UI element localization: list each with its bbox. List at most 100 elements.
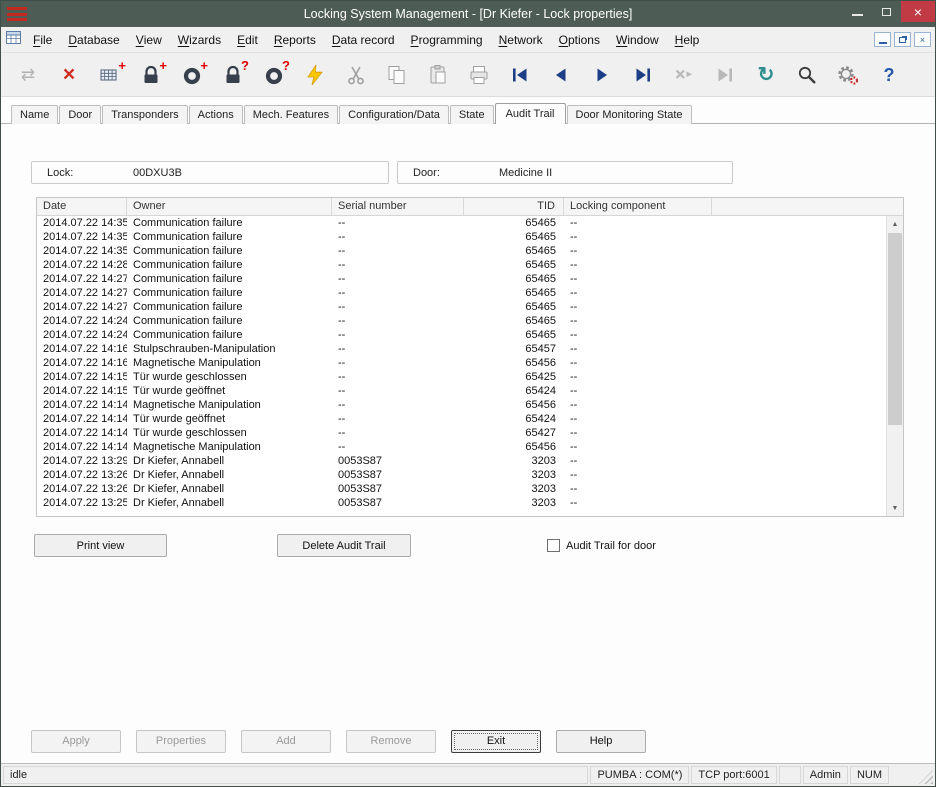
tab-state[interactable]: State bbox=[450, 105, 494, 124]
minimize-icon[interactable] bbox=[843, 1, 872, 22]
column-header-tid[interactable]: TID bbox=[464, 198, 564, 215]
column-header-empty bbox=[712, 198, 903, 215]
cell-locking-component: -- bbox=[564, 440, 712, 454]
cell-owner: Communication failure bbox=[127, 314, 332, 328]
disconnect-icon[interactable]: × bbox=[57, 61, 81, 89]
title-bar: Locking System Management - [Dr Kiefer -… bbox=[1, 1, 935, 27]
resize-grip-icon[interactable] bbox=[919, 770, 933, 784]
cell-serial-number: -- bbox=[332, 426, 464, 440]
exit-button[interactable]: Exit bbox=[451, 730, 541, 753]
cell-empty bbox=[712, 440, 886, 454]
first-record-icon[interactable] bbox=[508, 61, 532, 89]
table-row[interactable]: 2014.07.22 14:14Magnetische Manipulation… bbox=[37, 398, 886, 412]
cell-date: 2014.07.22 14:14 bbox=[37, 412, 127, 426]
table-row[interactable]: 2014.07.22 14:16Magnetische Manipulation… bbox=[37, 356, 886, 370]
scrollbar-thumb[interactable] bbox=[888, 233, 902, 425]
menu-data-record[interactable]: Data record bbox=[324, 27, 403, 52]
refresh-icon[interactable]: ↻ bbox=[754, 61, 778, 89]
table-row[interactable]: 2014.07.22 14:14Tür wurde geschlossen--6… bbox=[37, 426, 886, 440]
tab-door[interactable]: Door bbox=[59, 105, 101, 124]
vertical-scrollbar[interactable]: ▲ ▼ bbox=[886, 216, 903, 516]
menu-options[interactable]: Options bbox=[551, 27, 608, 52]
toolbar: ⇄×+++??↻? bbox=[1, 53, 935, 97]
column-header-date[interactable]: Date bbox=[37, 198, 127, 215]
tab-mech-features[interactable]: Mech. Features bbox=[244, 105, 338, 124]
cell-date: 2014.07.22 14:27 bbox=[37, 272, 127, 286]
table-row[interactable]: 2014.07.22 14:16Stulpschrauben-Manipulat… bbox=[37, 342, 886, 356]
table-row[interactable]: 2014.07.22 14:28Communication failure--6… bbox=[37, 258, 886, 272]
table-row[interactable]: 2014.07.22 14:35Communication failure--6… bbox=[37, 216, 886, 230]
new-lock-icon[interactable]: + bbox=[139, 61, 163, 89]
table-row[interactable]: 2014.07.22 13:29Dr Kiefer, Annabell0053S… bbox=[37, 454, 886, 468]
read-lock-icon[interactable]: ? bbox=[221, 61, 245, 89]
delete-audit-trail-button[interactable]: Delete Audit Trail bbox=[277, 534, 411, 557]
column-header-serial-number[interactable]: Serial number bbox=[332, 198, 464, 215]
filter-settings-icon[interactable] bbox=[836, 61, 860, 89]
tab-door-monitoring-state[interactable]: Door Monitoring State bbox=[567, 105, 692, 124]
table-row[interactable]: 2014.07.22 14:14Tür wurde geöffnet--6542… bbox=[37, 412, 886, 426]
tab-actions[interactable]: Actions bbox=[189, 105, 243, 124]
table-row[interactable]: 2014.07.22 14:27Communication failure--6… bbox=[37, 300, 886, 314]
next-record-icon[interactable] bbox=[590, 61, 614, 89]
menu-wizards[interactable]: Wizards bbox=[170, 27, 229, 52]
cell-serial-number: -- bbox=[332, 370, 464, 384]
document-system-icon[interactable] bbox=[6, 31, 21, 49]
table-row[interactable]: 2014.07.22 14:15Tür wurde geöffnet--6542… bbox=[37, 384, 886, 398]
menu-programming[interactable]: Programming bbox=[403, 27, 491, 52]
tab-configuration-data[interactable]: Configuration/Data bbox=[339, 105, 449, 124]
cancel-search-icon bbox=[672, 61, 696, 89]
cell-empty bbox=[712, 230, 886, 244]
table-row[interactable]: 2014.07.22 14:35Communication failure--6… bbox=[37, 244, 886, 258]
scroll-up-icon[interactable]: ▲ bbox=[887, 216, 903, 232]
last-record-icon[interactable] bbox=[631, 61, 655, 89]
menu-edit[interactable]: Edit bbox=[229, 27, 266, 52]
audit-trail-for-door-checkbox[interactable]: Audit Trail for door bbox=[547, 539, 656, 552]
table-row[interactable]: 2014.07.22 14:24Communication failure--6… bbox=[37, 314, 886, 328]
maximize-icon[interactable] bbox=[872, 1, 901, 22]
close-icon[interactable]: × bbox=[901, 1, 935, 22]
menu-database[interactable]: Database bbox=[60, 27, 127, 52]
table-row[interactable]: 2014.07.22 13:26Dr Kiefer, Annabell0053S… bbox=[37, 482, 886, 496]
column-header-owner[interactable]: Owner bbox=[127, 198, 332, 215]
cell-locking-component: -- bbox=[564, 342, 712, 356]
new-transponder-icon[interactable]: + bbox=[180, 61, 204, 89]
menu-help[interactable]: Help bbox=[667, 27, 708, 52]
mdi-restore-icon[interactable] bbox=[894, 32, 911, 47]
menu-window[interactable]: Window bbox=[608, 27, 667, 52]
cell-owner: Tür wurde geöffnet bbox=[127, 412, 332, 426]
checkbox-box[interactable] bbox=[547, 539, 560, 552]
table-row[interactable]: 2014.07.22 13:26Dr Kiefer, Annabell0053S… bbox=[37, 468, 886, 482]
tab-audit-trail[interactable]: Audit Trail bbox=[495, 103, 566, 124]
help-icon[interactable]: ? bbox=[877, 61, 901, 89]
mdi-close-icon[interactable]: × bbox=[914, 32, 931, 47]
help-button[interactable]: Help bbox=[556, 730, 646, 753]
mdi-minimize-icon[interactable] bbox=[874, 32, 891, 47]
tab-name[interactable]: Name bbox=[11, 105, 58, 124]
previous-record-icon[interactable] bbox=[549, 61, 573, 89]
search-next-icon bbox=[713, 61, 737, 89]
cell-date: 2014.07.22 13:26 bbox=[37, 482, 127, 496]
table-row[interactable]: 2014.07.22 14:27Communication failure--6… bbox=[37, 272, 886, 286]
menu-file[interactable]: File bbox=[25, 27, 60, 52]
table-row[interactable]: 2014.07.22 14:15Tür wurde geschlossen--6… bbox=[37, 370, 886, 384]
program-icon[interactable] bbox=[303, 61, 327, 89]
new-locking-system-icon[interactable]: + bbox=[98, 61, 122, 89]
cell-date: 2014.07.22 14:24 bbox=[37, 328, 127, 342]
menu-reports[interactable]: Reports bbox=[266, 27, 324, 52]
menu-network[interactable]: Network bbox=[491, 27, 551, 52]
print-view-button[interactable]: Print view bbox=[34, 534, 167, 557]
table-row[interactable]: 2014.07.22 14:35Communication failure--6… bbox=[37, 230, 886, 244]
table-row[interactable]: 2014.07.22 14:14Magnetische Manipulation… bbox=[37, 440, 886, 454]
scroll-down-icon[interactable]: ▼ bbox=[887, 500, 903, 516]
table-row[interactable]: 2014.07.22 14:27Communication failure--6… bbox=[37, 286, 886, 300]
cell-owner: Tür wurde geöffnet bbox=[127, 384, 332, 398]
menu-view[interactable]: View bbox=[128, 27, 170, 52]
tab-transponders[interactable]: Transponders bbox=[102, 105, 187, 124]
cell-empty bbox=[712, 314, 886, 328]
table-row[interactable]: 2014.07.22 13:25Dr Kiefer, Annabell0053S… bbox=[37, 496, 886, 510]
column-header-locking-component[interactable]: Locking component bbox=[564, 198, 712, 215]
search-icon[interactable] bbox=[795, 61, 819, 89]
read-transponder-icon[interactable]: ? bbox=[262, 61, 286, 89]
cell-locking-component: -- bbox=[564, 300, 712, 314]
table-row[interactable]: 2014.07.22 14:24Communication failure--6… bbox=[37, 328, 886, 342]
